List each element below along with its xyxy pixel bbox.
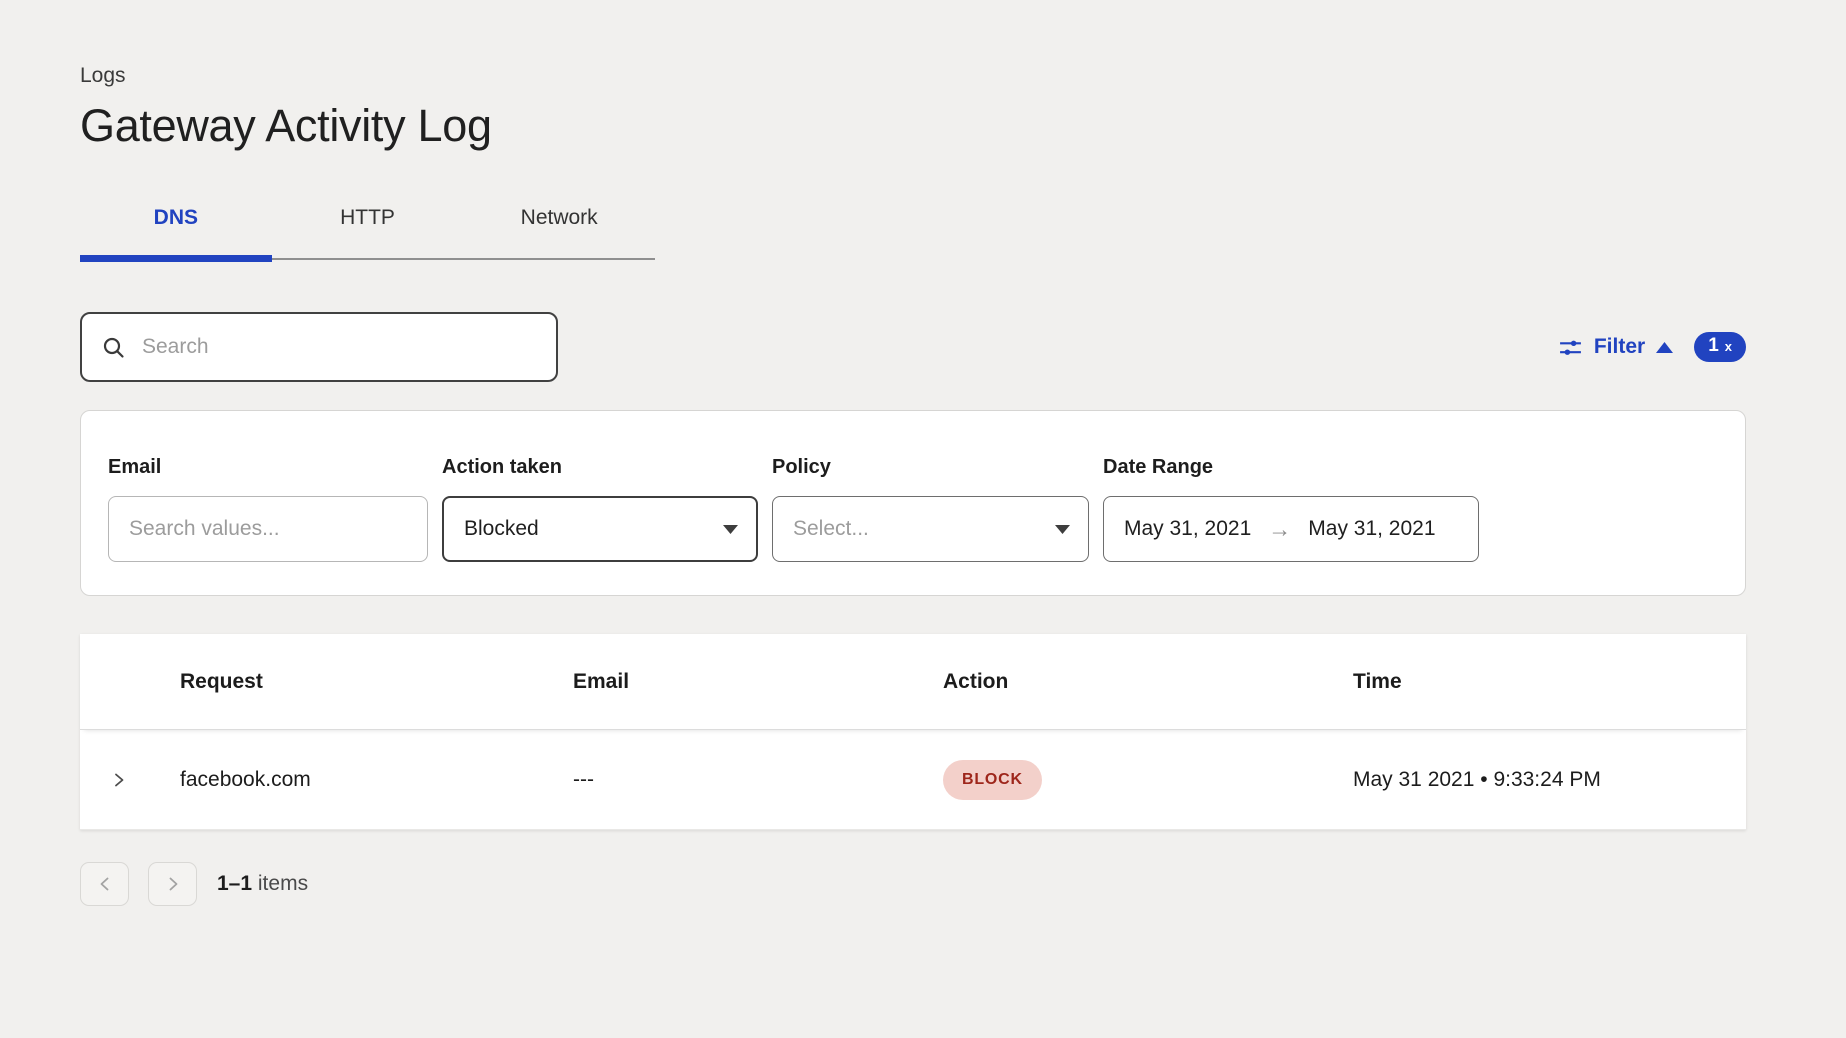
search-icon [102, 336, 125, 359]
column-header-email: Email [573, 670, 943, 694]
column-header-request: Request [180, 670, 573, 694]
prev-page-button[interactable] [80, 862, 129, 906]
date-range-filter-label: Date Range [1103, 456, 1479, 479]
filter-group-policy: Policy Select... [772, 456, 1089, 562]
gateway-activity-log-page: Logs Gateway Activity Log DNS HTTP Netwo… [80, 0, 1746, 906]
tab-dns[interactable]: DNS [80, 206, 272, 262]
search-box[interactable] [80, 312, 558, 382]
filter-count-badge[interactable]: 1 x [1694, 332, 1746, 362]
tab-http-label: HTTP [340, 206, 395, 229]
pagination: 1–1 items [80, 862, 1746, 906]
email-filter-field[interactable] [108, 496, 428, 562]
active-tab-indicator [80, 255, 272, 262]
action-taken-filter-label: Action taken [442, 456, 758, 479]
row-expander[interactable] [80, 771, 180, 789]
date-range-start[interactable]: May 31, 2021 [1124, 517, 1251, 541]
request-cell: facebook.com [180, 768, 573, 792]
tab-network[interactable]: Network [463, 206, 655, 262]
filter-group-date-range: Date Range May 31, 2021 → May 31, 2021 [1103, 456, 1479, 562]
action-taken-select[interactable]: Blocked [442, 496, 758, 562]
chevron-down-icon [723, 525, 738, 534]
items-count: 1–1 items [217, 872, 308, 896]
page-title: Gateway Activity Log [80, 100, 1746, 152]
tab-http[interactable]: HTTP [272, 206, 464, 262]
chevron-up-icon[interactable] [1656, 342, 1673, 353]
column-header-time: Time [1353, 670, 1746, 694]
action-badge: BLOCK [943, 760, 1042, 800]
policy-filter-label: Policy [772, 456, 1089, 479]
chevron-down-icon [1055, 525, 1070, 534]
date-range-end[interactable]: May 31, 2021 [1308, 517, 1435, 541]
policy-placeholder: Select... [793, 517, 869, 541]
filter-sliders-icon[interactable] [1558, 335, 1583, 360]
filter-group-action-taken: Action taken Blocked [442, 456, 758, 562]
filter-clear-x[interactable]: x [1725, 339, 1732, 354]
email-filter-label: Email [108, 456, 428, 479]
arrow-right-icon: → [1268, 518, 1291, 541]
action-taken-value: Blocked [464, 517, 539, 541]
table-row: facebook.com --- BLOCK May 31 2021 • 9:3… [80, 730, 1746, 830]
filter-toggle-label[interactable]: Filter [1594, 335, 1645, 359]
table-header-row: Request Email Action Time [80, 634, 1746, 730]
filter-group-email: Email [108, 456, 428, 562]
activity-log-table: Request Email Action Time facebook.com -… [80, 634, 1746, 830]
chevron-left-icon [96, 875, 114, 893]
search-input[interactable] [140, 334, 536, 360]
column-header-action: Action [943, 670, 1353, 694]
next-page-button[interactable] [148, 862, 197, 906]
items-label: items [258, 872, 308, 895]
filter-panel: Email Action taken Blocked Policy Select… [80, 410, 1746, 596]
filter-count: 1 [1708, 335, 1719, 357]
tab-network-label: Network [521, 206, 598, 229]
chevron-right-icon [164, 875, 182, 893]
policy-select[interactable]: Select... [772, 496, 1089, 562]
tab-dns-label: DNS [154, 206, 198, 229]
date-range-picker[interactable]: May 31, 2021 → May 31, 2021 [1103, 496, 1479, 562]
toolbar: Filter 1 x [80, 312, 1746, 382]
items-range: 1–1 [217, 872, 252, 895]
breadcrumb: Logs [80, 64, 1746, 88]
time-cell: May 31 2021 • 9:33:24 PM [1353, 768, 1746, 792]
chevron-right-icon [110, 771, 128, 789]
email-filter-input[interactable] [109, 497, 427, 561]
tab-bar: DNS HTTP Network [80, 206, 655, 262]
email-cell: --- [573, 768, 943, 792]
filter-controls: Filter 1 x [1558, 332, 1746, 362]
